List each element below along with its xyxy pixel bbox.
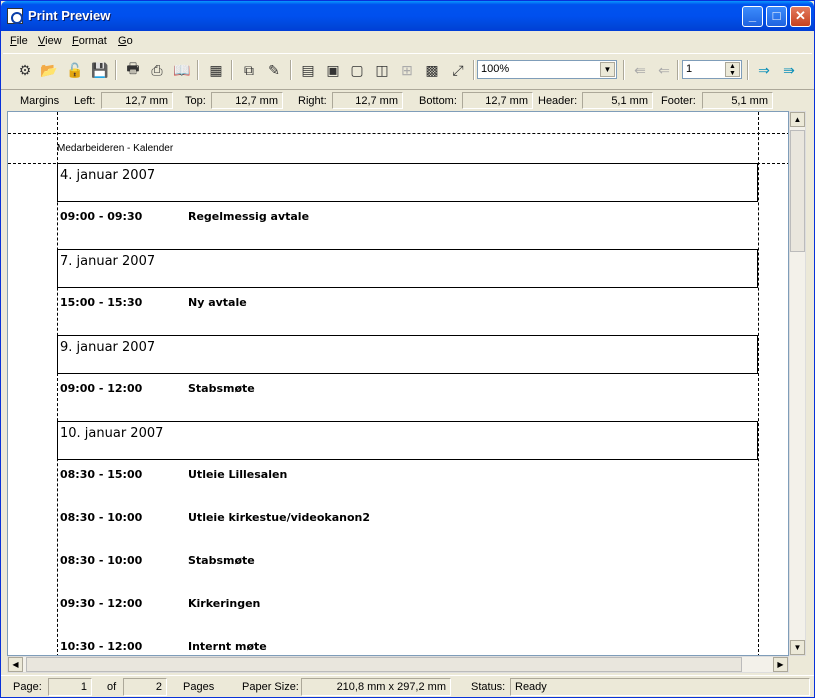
appointment-title: Stabsmøte (188, 554, 255, 567)
last-page-icon[interactable]: ⇛ (778, 59, 800, 81)
top-margin-field[interactable]: 12,7 mm (211, 92, 283, 109)
header-margin-label: Header: (538, 95, 578, 107)
top-margin-guide[interactable] (8, 133, 788, 134)
bottom-margin-field[interactable]: 12,7 mm (462, 92, 533, 109)
window-title: Print Preview (28, 8, 111, 23)
zoom-fit-icon[interactable]: ⤢ (447, 59, 469, 81)
first-page-icon[interactable]: ⇚ (629, 59, 651, 81)
four-pages-icon[interactable]: ⊞ (396, 59, 418, 81)
horizontal-scrollbar[interactable]: ◀ ▶ (7, 656, 789, 673)
paper-size-label: Paper Size: (242, 681, 299, 693)
zoom-value: 100% (481, 63, 510, 75)
vertical-scroll-thumb[interactable] (790, 130, 805, 252)
print-preview-icon (7, 8, 23, 24)
appointment-time: 09:00 - 09:30 (60, 210, 143, 223)
total-pages-value: 2 (123, 678, 167, 696)
right-margin-guide[interactable] (758, 112, 759, 655)
page-width-icon[interactable]: ▤ (297, 59, 319, 81)
horizontal-scroll-thumb[interactable] (26, 657, 742, 672)
title-bar: Print Preview _ □ ✕ (1, 1, 814, 31)
page-number-value: 1 (686, 63, 693, 75)
scroll-down-icon[interactable]: ▼ (790, 640, 805, 655)
text-width-icon[interactable]: ▣ (322, 59, 344, 81)
minimize-button[interactable]: _ (742, 6, 763, 27)
book-icon[interactable]: 📖 (171, 59, 193, 81)
menu-file[interactable]: File (10, 35, 28, 47)
preview-page[interactable]: Medarbeideren - Kalender 4. januar 2007 … (7, 111, 789, 656)
footer-margin-field[interactable]: 5,1 mm (702, 92, 773, 109)
paper-size-value: 210,8 mm x 297,2 mm (301, 678, 451, 696)
edit-icon[interactable]: ✎ (263, 59, 285, 81)
appointment-title: Internt møte (188, 640, 267, 653)
document-header: Medarbeideren - Kalender (57, 143, 174, 154)
appointment-time: 09:00 - 12:00 (60, 382, 143, 395)
multi-pages-icon[interactable]: ▩ (421, 59, 443, 81)
menu-go[interactable]: Go (118, 35, 133, 47)
right-margin-label: Right: (298, 95, 327, 107)
day-header: 7. januar 2007 (57, 249, 758, 288)
appointment-time: 15:00 - 15:30 (60, 296, 143, 309)
footer-margin-label: Footer: (661, 95, 696, 107)
appointment-title: Utleie Lillesalen (188, 468, 288, 481)
scroll-left-icon[interactable]: ◀ (8, 657, 23, 672)
current-page-value: 1 (48, 678, 92, 696)
left-margin-field[interactable]: 12,7 mm (101, 92, 173, 109)
previous-page-icon[interactable]: ⇐ (653, 59, 675, 81)
copy-icon[interactable]: ⧉ (238, 59, 260, 81)
two-pages-icon[interactable]: ◫ (371, 59, 393, 81)
appointment-title: Utleie kirkestue/videokanon2 (188, 511, 371, 524)
day-header: 10. januar 2007 (57, 421, 758, 460)
next-page-icon[interactable]: ⇒ (753, 59, 775, 81)
page-number-stepper[interactable]: 1 ▲ ▼ (682, 60, 742, 79)
of-label: of (107, 681, 117, 693)
appointment-time: 08:30 - 15:00 (60, 468, 143, 481)
appointment-time: 08:30 - 10:00 (60, 511, 143, 524)
close-button[interactable]: ✕ (790, 6, 811, 27)
maximize-button[interactable]: □ (766, 6, 787, 27)
left-margin-label: Left: (74, 95, 96, 107)
status-bar: Page: 1 of 2 Pages Paper Size: 210,8 mm … (1, 675, 814, 697)
appointment-title: Regelmessig avtale (188, 210, 310, 223)
menu-view[interactable]: View (38, 35, 62, 47)
appointment-time: 09:30 - 12:00 (60, 597, 143, 610)
menu-format[interactable]: Format (72, 35, 107, 47)
appointment-title: Ny avtale (188, 296, 247, 309)
pages-label: Pages (183, 681, 215, 693)
status-label: Status: (471, 681, 506, 693)
unlock-icon[interactable]: 🔓 (64, 59, 86, 81)
right-margin-field[interactable]: 12,7 mm (332, 92, 403, 109)
scroll-up-icon[interactable]: ▲ (790, 112, 805, 127)
header-margin-field[interactable]: 5,1 mm (582, 92, 653, 109)
appointment-time: 08:30 - 10:00 (60, 554, 143, 567)
margins-label: Margins (20, 95, 60, 107)
margins-bar: Margins Left: 12,7 mm Top: 12,7 mm Right… (1, 89, 814, 111)
grid-icon[interactable]: ▦ (205, 59, 227, 81)
day-header: 9. januar 2007 (57, 335, 758, 374)
quick-print-icon[interactable]: ⎙ (146, 59, 168, 81)
appointment-title: Stabsmøte (188, 382, 255, 395)
page-setup-icon[interactable]: ⚙ (14, 59, 36, 81)
bottom-margin-label: Bottom: (419, 95, 457, 107)
spin-arrows-icon[interactable]: ▲ ▼ (725, 62, 740, 77)
vertical-scrollbar[interactable]: ▲ ▼ (789, 111, 806, 656)
status-value: Ready (510, 678, 810, 696)
appointment-title: Kirkeringen (188, 597, 261, 610)
scroll-right-icon[interactable]: ▶ (773, 657, 788, 672)
whole-page-icon[interactable]: ▢ (346, 59, 368, 81)
open-folder-icon[interactable]: 📂 (38, 59, 60, 81)
appointment-time: 10:30 - 12:00 (60, 640, 143, 653)
print-icon[interactable]: 🖶 (122, 59, 144, 81)
top-margin-label: Top: (185, 95, 206, 107)
save-icon[interactable]: 💾 (89, 59, 111, 81)
chevron-down-icon[interactable]: ▼ (600, 62, 615, 77)
print-preview-window: Print Preview _ □ ✕ File View Format Go … (0, 0, 815, 698)
day-header: 4. januar 2007 (57, 163, 758, 202)
page-label: Page: (13, 681, 42, 693)
zoom-select[interactable]: 100% ▼ (477, 60, 617, 79)
menu-bar: File View Format Go (1, 31, 814, 51)
